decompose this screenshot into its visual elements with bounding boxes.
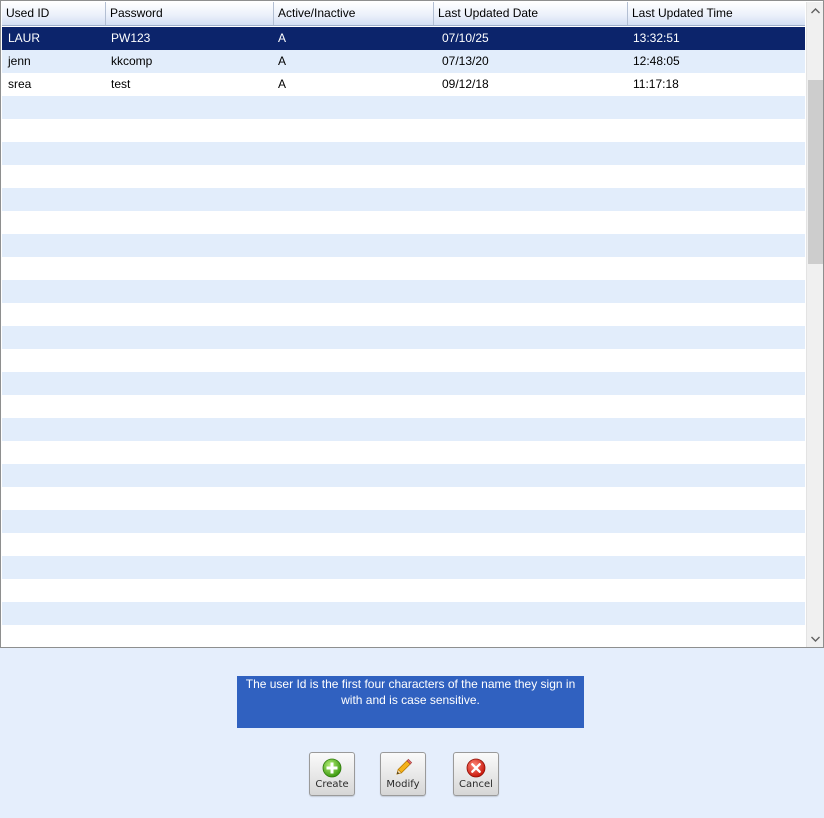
cell-user-id: LAUR: [8, 31, 41, 45]
cell-password: kkcomp: [111, 54, 153, 68]
table-row-selected[interactable]: LAUR PW123 A 07/10/25 13:32:51: [2, 27, 805, 50]
cell-date: 07/10/25: [442, 31, 489, 45]
cell-status: A: [278, 31, 287, 45]
vertical-scrollbar[interactable]: [806, 2, 823, 647]
cell-time: 13:32:51: [633, 31, 680, 45]
table-row[interactable]: srea test A 09/12/18 11:17:18: [2, 73, 805, 96]
column-header-time[interactable]: Last Updated Time: [628, 2, 805, 25]
column-header-active[interactable]: Active/Inactive: [274, 2, 434, 25]
create-button-label: Create: [315, 779, 349, 790]
column-header-password[interactable]: Password: [106, 2, 274, 25]
cell-status: A: [278, 77, 287, 91]
cell-status: A: [278, 54, 287, 68]
cancel-button-label: Cancel: [459, 779, 493, 790]
create-button[interactable]: Create: [309, 752, 355, 796]
column-header-date[interactable]: Last Updated Date: [434, 2, 628, 25]
modify-button-label: Modify: [386, 779, 420, 790]
cell-user-id: srea: [8, 77, 32, 91]
plus-circle-icon: [322, 758, 342, 778]
pencil-icon: [396, 758, 413, 775]
grid-body: LAUR PW123 A 07/10/25 13:32:51 jenn kkco…: [2, 27, 805, 647]
users-grid: Used ID Password Active/Inactive Last Up…: [0, 0, 824, 648]
scroll-thumb[interactable]: [808, 80, 823, 264]
table-row[interactable]: jenn kkcomp A 07/13/20 12:48:05: [2, 50, 805, 73]
modify-button[interactable]: Modify: [380, 752, 426, 796]
cell-time: 11:17:18: [633, 77, 679, 91]
cell-date: 07/13/20: [442, 54, 489, 68]
cell-password: test: [111, 77, 131, 91]
column-header-user-id[interactable]: Used ID: [2, 2, 106, 25]
grid-header: Used ID Password Active/Inactive Last Up…: [2, 2, 805, 26]
scroll-down-icon[interactable]: [807, 630, 823, 647]
scroll-up-icon[interactable]: [807, 2, 823, 19]
cell-password: PW123: [111, 31, 151, 45]
info-message: The user Id is the first four characters…: [237, 676, 584, 728]
cell-date: 09/12/18: [442, 77, 489, 91]
cancel-button[interactable]: Cancel: [453, 752, 499, 796]
cell-user-id: jenn: [8, 54, 31, 68]
cell-time: 12:48:05: [633, 54, 680, 68]
x-circle-icon: [466, 758, 486, 778]
